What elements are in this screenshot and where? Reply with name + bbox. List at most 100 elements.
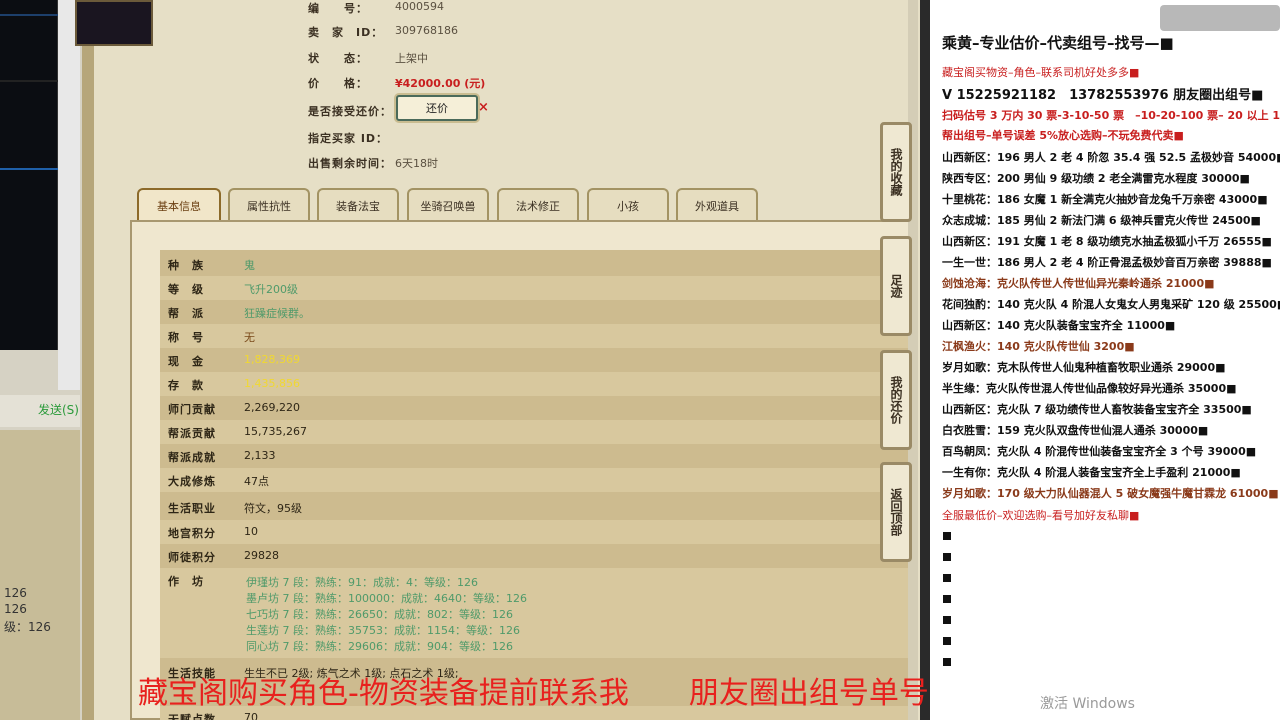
chat-line: 众志成城：185 男仙 2 新法门满 6 级神兵雷克火传世 24500■ [942,214,1261,227]
chat-title: 乘黄–专业估价–代卖组号–找号—■ [942,34,1174,52]
workshop-line: 同心坊 7 段：熟练：29606：成就：904：等级：126 [246,640,513,653]
listing-label-counter: 是否接受还价： [308,105,392,118]
info-row-cultivation: 大成修炼 47点 [160,468,912,492]
tab-appearance[interactable]: 外观道具 [676,188,758,222]
chat-line: 一生一世：186 男人 2 老 4 阶正骨混孟极妙音百万亲密 39888■ [942,256,1272,269]
row-label: 天赋点数 [168,713,216,720]
left-number: 126 [4,586,27,600]
back-to-top-button[interactable]: 返回顶部 [880,462,912,562]
tab-attributes[interactable]: 属性抗性 [228,188,310,222]
info-row-race: 种 族鬼 [160,252,912,276]
row-value: 47点 [244,475,269,488]
chat-line: 帮出组号–单号误差 5%放心选购–不玩免费代卖■ [942,129,1184,142]
info-row-cash: 现 金 1,828,369 [160,348,912,372]
tab-equipment[interactable]: 装备法宝 [317,188,399,222]
chat-bullet-icon [943,616,951,624]
send-button[interactable]: 发送(S) [38,401,79,418]
chat-header-bar [1160,5,1280,31]
chat-bullet-icon [943,637,951,645]
tab-child[interactable]: 小孩 [587,188,669,222]
info-row-guild-contrib: 帮派贡献 15,735,267 [160,420,912,444]
row-label: 大成修炼 [168,475,216,488]
listing-label-status: 状 态： [308,52,368,65]
chat-line: 陕西专区：200 男仙 9 级功绩 2 老全满雷克水程度 30000■ [942,172,1250,185]
listing-value-price: ¥42000.00 (元) [395,77,486,90]
listing-label-id: 编 号： [308,2,368,15]
chat-line: 山西新区：196 男人 2 老 4 阶忽 35.4 强 52.5 孟极妙音 54… [942,151,1280,164]
chat-line: 扫码估号 3 万内 30 票-3-10-50 票 –10-20-100 票– 2… [942,109,1280,122]
chat-line: 江枫渔火：140 克火队传世仙 3200■ [942,340,1135,353]
workshop-line: 七巧坊 7 段：熟练：26650：成就：802：等级：126 [246,608,513,621]
row-label: 师门贡献 [168,403,216,416]
listing-label-seller: 卖 家 ID： [308,26,384,39]
chat-line: 山西新区：191 女魔 1 老 8 级功绩克水抽孟极狐小千万 26555■ [942,235,1272,248]
left-number: 126 [4,602,27,616]
chat-line: 白衣胜雪：159 克火队双盘传世仙混人通杀 30000■ [942,424,1209,437]
left-scrollbar[interactable] [58,0,80,390]
info-row-title: 称 号无 [160,324,912,348]
left-video-preview [0,0,58,350]
workshop-line: 墨卢坊 7 段：熟练：100000：成就：4640：等级：126 [246,592,527,605]
listing-value-seller: 309768186 [395,24,458,37]
chat-bullet-icon [943,658,951,666]
counter-offer-button[interactable]: 还价 [396,95,478,121]
row-value: 2,133 [244,449,276,462]
row-value: 2,269,220 [244,401,300,414]
row-value: 1,828,369 [244,353,300,366]
row-value: 1,435,856 [244,377,300,390]
chat-line: 全服最低价–欢迎选购–看号加好友私聊■ [942,509,1140,522]
row-value: 狂躁症候群。 [244,307,310,320]
row-value: 15,735,267 [244,425,307,438]
tab-basic-info[interactable]: 基本信息 [137,188,221,222]
row-label: 帮派成就 [168,451,216,464]
tab-spells[interactable]: 法术修正 [497,188,579,222]
left-rows: 126 126 级：126 [0,430,80,720]
workshop-line: 生莲坊 7 段：熟练：35753：成就：1154：等级：126 [246,624,520,637]
chat-line: 岁月如歌：170 级大力队仙器混人 5 破女魔强牛魔甘霖龙 61000■ [942,487,1279,500]
info-row-guild-achieve: 帮派成就 2,133 [160,444,912,468]
my-offers-button[interactable]: 我的还价 [880,350,912,450]
listing-label-price: 价 格： [308,77,368,90]
chat-bullet-icon [943,574,951,582]
chat-line: V 15225921182 13782553976 朋友圈出组号■ [942,88,1264,103]
row-value: 符文，95级 [244,502,302,515]
stream-overlay-banner: 藏宝阁购买角色-物资装备提前联系我 朋友圈出组号单号 [138,676,929,711]
info-row-school-contrib: 师门贡献 2,269,220 [160,396,912,420]
chat-line: 山西新区：140 克火队装备宝宝齐全 11000■ [942,319,1176,332]
chat-bullet-icon [943,553,951,561]
workshop-line: 伊瑾坊 7 段：熟练：91：成就：4：等级：126 [246,576,478,589]
windows-activation-watermark: 激活 Windows [1040,696,1135,712]
listing-label-buyer: 指定买家 ID： [308,132,389,145]
chat-line: 半生缘：克火队传世混人传世仙品像较好异光通杀 35000■ [942,382,1237,395]
row-label: 师徒积分 [168,551,216,564]
row-label: 种 族 [168,259,204,272]
listing-label-time: 出售剩余时间： [308,157,392,170]
history-button[interactable]: 足迹 [880,236,912,336]
chat-bullet-icon [943,595,951,603]
side-label: 我的收藏 [889,148,903,196]
chat-line: 山西新区：克火队 7 级功绩传世人畜牧装备宝宝齐全 33500■ [942,403,1252,416]
chat-line: 百鸟朝凤：克火队 4 阶混传世仙装备宝宝齐全 3 个号 39000■ [942,445,1257,458]
chat-line: 藏宝阁买物资–角色–联系司机好处多多■ [942,66,1140,79]
side-label: 返回顶部 [889,488,903,536]
chat-line: 花间独酌：140 克火队 4 阶混人女鬼女人男鬼采矿 120 级 25500■ [942,298,1280,311]
row-label: 帮派贡献 [168,427,216,440]
info-row-guild: 帮 派 狂躁症候群。 [160,300,912,324]
row-value: 29828 [244,549,279,562]
side-label: 足迹 [889,274,903,298]
row-label: 作 坊 [168,575,204,588]
row-value: 10 [244,525,258,538]
info-row-life-job: 生活职业 符文，95级 [160,495,912,519]
info-row-level: 等 级 飞升200级 [160,276,912,300]
row-label: 等 级 [168,283,204,296]
my-favorites-button[interactable]: 我的收藏 [880,122,912,222]
info-row-mentor-points: 师徒积分 29828 [160,544,912,568]
info-row-dungeon-points: 地宫积分 10 [160,520,912,544]
row-label: 存 款 [168,379,204,392]
close-icon[interactable]: × [478,100,489,115]
chat-line: 一生有你：克火队 4 阶混人装备宝宝齐全上手盈利 21000■ [942,466,1241,479]
tab-mounts-pets[interactable]: 坐骑召唤兽 [407,188,489,222]
row-label: 帮 派 [168,307,204,320]
left-number: 级：126 [4,620,51,634]
info-row-deposit: 存 款 1,435,856 [160,372,912,396]
